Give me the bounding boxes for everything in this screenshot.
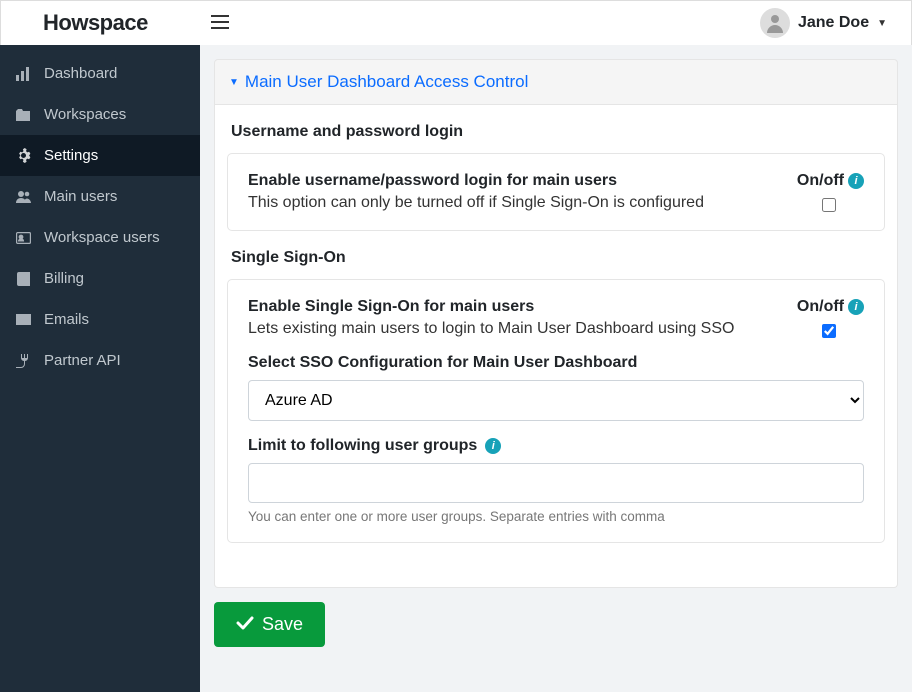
chart-icon <box>14 67 32 81</box>
folder-icon <box>14 109 32 121</box>
sidebar-item-workspace-users[interactable]: Workspace users <box>0 217 200 258</box>
user-name-label: Jane Doe <box>798 14 869 32</box>
logo-wrap: Howspace <box>1 10 201 36</box>
sidebar-item-dashboard[interactable]: Dashboard <box>0 53 200 94</box>
enable-userpass-checkbox[interactable] <box>822 198 836 212</box>
userpass-panel: Enable username/password login for main … <box>227 153 885 231</box>
enable-sso-title: Enable Single Sign-On for main users <box>248 298 774 316</box>
user-menu[interactable]: Jane Doe ▼ <box>752 4 895 42</box>
info-icon[interactable]: i <box>485 438 501 454</box>
sidebar-item-settings[interactable]: Settings <box>0 135 200 176</box>
userpass-heading: Username and password login <box>231 123 881 141</box>
sso-config-label: Select SSO Configuration for Main User D… <box>248 354 864 372</box>
onoff-label: On/off <box>797 172 844 190</box>
enable-userpass-title: Enable username/password login for main … <box>248 172 774 190</box>
sidebar-item-label: Dashboard <box>44 65 117 82</box>
caret-down-icon: ▼ <box>877 18 887 29</box>
main-content: ▼ Main User Dashboard Access Control Use… <box>200 45 912 692</box>
brand-logo: Howspace <box>43 10 148 36</box>
gear-icon <box>14 148 32 163</box>
hamburger-icon[interactable] <box>201 7 239 40</box>
section-header[interactable]: ▼ Main User Dashboard Access Control <box>214 59 898 105</box>
onoff-label: On/off <box>797 298 844 316</box>
sso-config-select[interactable]: Azure AD <box>248 380 864 421</box>
sidebar: Dashboard Workspaces Settings Main users… <box>0 45 200 692</box>
save-button-label: Save <box>262 614 303 635</box>
book-icon <box>14 272 32 286</box>
sidebar-item-label: Emails <box>44 311 89 328</box>
info-icon[interactable]: i <box>848 173 864 189</box>
sidebar-item-emails[interactable]: Emails <box>0 299 200 340</box>
enable-sso-checkbox[interactable] <box>822 324 836 338</box>
save-button[interactable]: Save <box>214 602 325 647</box>
sidebar-item-workspaces[interactable]: Workspaces <box>0 94 200 135</box>
sso-heading: Single Sign-On <box>231 249 881 267</box>
id-icon <box>14 232 32 244</box>
enable-userpass-help: This option can only be turned off if Si… <box>248 194 774 212</box>
sidebar-item-partner-api[interactable]: Partner API <box>0 340 200 381</box>
limit-groups-input[interactable] <box>248 463 864 503</box>
sidebar-item-label: Billing <box>44 270 84 287</box>
limit-groups-hint: You can enter one or more user groups. S… <box>248 509 864 524</box>
limit-groups-label: Limit to following user groups <box>248 437 477 455</box>
users-icon <box>14 190 32 203</box>
sidebar-item-label: Settings <box>44 147 98 164</box>
sidebar-item-label: Workspaces <box>44 106 126 123</box>
section-title: Main User Dashboard Access Control <box>245 72 528 92</box>
collapse-caret-icon: ▼ <box>229 77 239 88</box>
save-bar: Save <box>214 602 898 647</box>
sidebar-item-main-users[interactable]: Main users <box>0 176 200 217</box>
info-icon[interactable]: i <box>848 299 864 315</box>
plug-icon <box>14 354 32 368</box>
sidebar-item-label: Workspace users <box>44 229 160 246</box>
avatar <box>760 8 790 38</box>
sidebar-item-label: Partner API <box>44 352 121 369</box>
mail-icon <box>14 314 32 325</box>
topbar: Howspace Jane Doe ▼ <box>1 1 911 46</box>
enable-sso-help: Lets existing main users to login to Mai… <box>248 320 774 338</box>
sidebar-item-label: Main users <box>44 188 117 205</box>
section-body: Username and password login Enable usern… <box>214 105 898 588</box>
check-icon <box>236 614 254 635</box>
sidebar-item-billing[interactable]: Billing <box>0 258 200 299</box>
sso-panel: Enable Single Sign-On for main users Let… <box>227 279 885 543</box>
